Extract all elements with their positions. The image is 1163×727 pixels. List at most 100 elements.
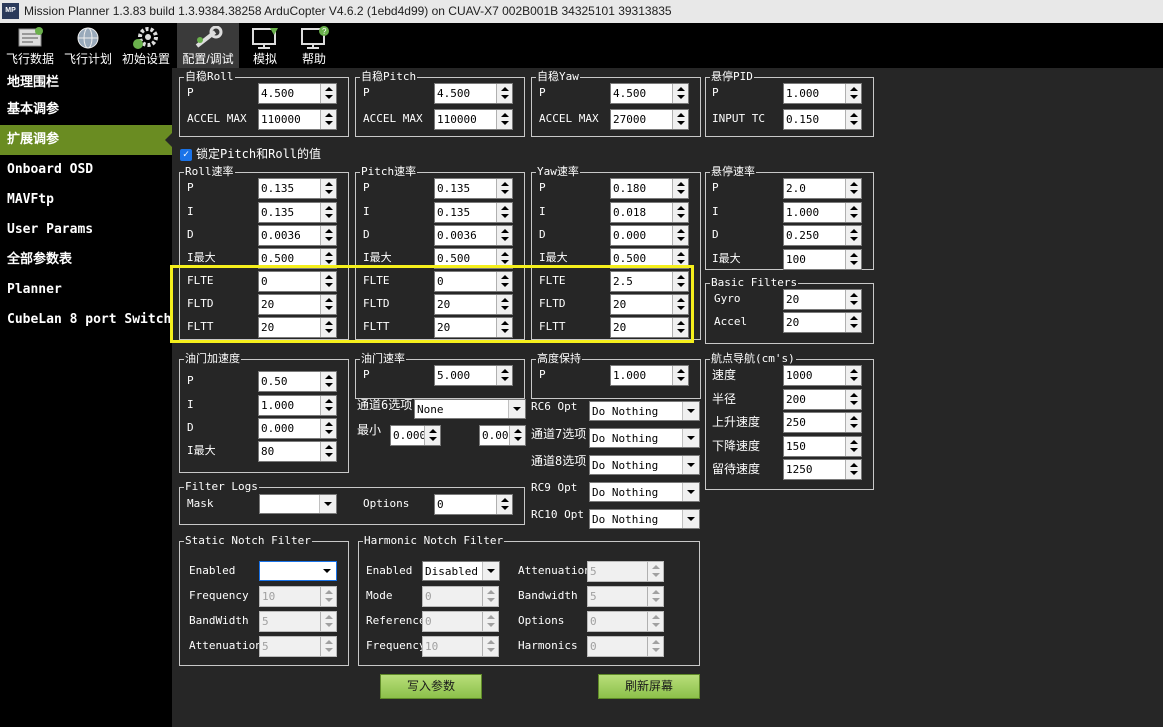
field-value[interactable]: Disabled xyxy=(425,564,478,579)
field-value[interactable]: 0.135 xyxy=(261,205,294,220)
pitch-rate-d-input[interactable]: 0.0036 xyxy=(434,225,513,246)
field-value[interactable]: 0.500 xyxy=(613,251,646,266)
dropdown-arrow-icon[interactable] xyxy=(682,429,699,447)
dropdown-arrow-icon[interactable] xyxy=(682,402,699,420)
pitch-rate-i-input[interactable]: 0.135 xyxy=(434,202,513,223)
spinner-arrows-icon[interactable] xyxy=(647,562,663,581)
yaw-rate-d-input[interactable]: 0.000 xyxy=(610,225,689,246)
throttle-accel-i-input[interactable]: 1.000 xyxy=(258,395,337,416)
lock-pitch-roll-checkbox[interactable]: ✓ xyxy=(180,149,192,161)
spinner-arrows-icon[interactable] xyxy=(845,460,861,479)
ch6-max-input[interactable]: 0.000 xyxy=(479,425,526,446)
harmonic-notch-bandwidth-input[interactable]: 5 xyxy=(587,586,664,607)
spinner-arrows-icon[interactable] xyxy=(845,110,861,129)
toolbar-flight-plan-button[interactable]: 飞行计划 xyxy=(60,23,116,68)
lock-pitch-roll-label[interactable]: 锁定Pitch和Roll的值 xyxy=(196,147,321,161)
roll-rate-p-input[interactable]: 0.135 xyxy=(258,178,337,199)
spinner-arrows-icon[interactable] xyxy=(672,179,688,198)
field-value[interactable]: 0.500 xyxy=(437,251,470,266)
static-notch-frequency-input[interactable]: 10 xyxy=(259,586,337,607)
wpnav-speed-input[interactable]: 1000 xyxy=(783,365,862,386)
spinner-arrows-icon[interactable] xyxy=(424,426,440,445)
throttle-accel-p-input[interactable]: 0.50 xyxy=(258,371,337,392)
field-value[interactable]: 1250 xyxy=(786,462,813,477)
toolbar-initial-setup-button[interactable]: 初始设置 xyxy=(118,23,174,68)
throttle-accel-imax-input[interactable]: 80 xyxy=(258,441,337,462)
field-value[interactable]: 0.135 xyxy=(437,205,470,220)
spinner-arrows-icon[interactable] xyxy=(845,413,861,432)
harmonic-notch-options-input[interactable]: 0 xyxy=(587,611,664,632)
field-value[interactable]: Do Nothing xyxy=(592,458,658,473)
field-value[interactable]: 10 xyxy=(262,589,275,604)
sidebar-item-user-params[interactable]: User Params xyxy=(0,215,172,245)
spinner-arrows-icon[interactable] xyxy=(672,84,688,103)
toolbar-simulation-button[interactable]: 模拟 xyxy=(243,23,287,68)
stab-roll-accel-max-input[interactable]: 110000 xyxy=(258,109,337,130)
stab-pitch-p-input[interactable]: 4.500 xyxy=(434,83,513,104)
field-value[interactable]: 0.0036 xyxy=(261,228,301,243)
field-value[interactable]: 0 xyxy=(590,614,597,629)
field-value[interactable]: 80 xyxy=(261,444,274,459)
spinner-arrows-icon[interactable] xyxy=(320,442,336,461)
rc6-option-select[interactable]: Do Nothing xyxy=(589,401,700,421)
field-value[interactable]: 1.000 xyxy=(786,86,819,101)
sidebar-item-mavftp[interactable]: MAVFtp xyxy=(0,185,172,215)
field-value[interactable]: 0.180 xyxy=(613,181,646,196)
dropdown-arrow-icon[interactable] xyxy=(508,400,525,418)
field-value[interactable]: 0.000 xyxy=(613,228,646,243)
field-value[interactable]: 5 xyxy=(262,614,269,629)
spinner-arrows-icon[interactable] xyxy=(672,366,688,385)
roll-rate-i-input[interactable]: 0.135 xyxy=(258,202,337,223)
field-value[interactable]: 27000 xyxy=(613,112,646,127)
toolbar-help-button[interactable]: ? 帮助 xyxy=(292,23,336,68)
spinner-arrows-icon[interactable] xyxy=(320,396,336,415)
sidebar-item-full-param-list[interactable]: 全部参数表 xyxy=(0,245,172,275)
field-value[interactable]: 2.0 xyxy=(786,181,806,196)
spinner-arrows-icon[interactable] xyxy=(320,419,336,438)
spinner-arrows-icon[interactable] xyxy=(496,495,512,514)
field-value[interactable]: 5 xyxy=(262,639,269,654)
stab-yaw-p-input[interactable]: 4.500 xyxy=(610,83,689,104)
field-value[interactable]: 0 xyxy=(425,614,432,629)
field-value[interactable]: 1000 xyxy=(786,368,813,383)
stab-yaw-accel-max-input[interactable]: 27000 xyxy=(610,109,689,130)
field-value[interactable]: 250 xyxy=(786,415,806,430)
sidebar-item-onboard-osd[interactable]: Onboard OSD xyxy=(0,155,172,185)
write-params-button[interactable]: 写入参数 xyxy=(380,674,482,699)
wpnav-descent-speed-input[interactable]: 150 xyxy=(783,436,862,457)
field-value[interactable]: Do Nothing xyxy=(592,404,658,419)
spinner-arrows-icon[interactable] xyxy=(496,366,512,385)
spinner-arrows-icon[interactable] xyxy=(320,203,336,222)
spinner-arrows-icon[interactable] xyxy=(320,587,336,606)
dropdown-arrow-icon[interactable] xyxy=(682,510,699,528)
harmonic-notch-frequency-input[interactable]: 10 xyxy=(422,636,499,657)
loiter-rate-p-input[interactable]: 2.0 xyxy=(783,178,862,199)
spinner-arrows-icon[interactable] xyxy=(320,372,336,391)
yaw-rate-i-input[interactable]: 0.018 xyxy=(610,202,689,223)
ch7-option-select[interactable]: Do Nothing xyxy=(589,428,700,448)
spinner-arrows-icon[interactable] xyxy=(320,637,336,656)
field-value[interactable]: 0.500 xyxy=(261,251,294,266)
field-value[interactable]: Do Nothing xyxy=(592,431,658,446)
yaw-rate-p-input[interactable]: 0.180 xyxy=(610,178,689,199)
field-value[interactable]: 200 xyxy=(786,392,806,407)
stab-roll-p-input[interactable]: 4.500 xyxy=(258,83,337,104)
static-notch-enabled-select[interactable] xyxy=(259,561,337,581)
field-value[interactable]: None xyxy=(417,402,444,417)
spinner-arrows-icon[interactable] xyxy=(845,390,861,409)
sidebar-item-extended-tuning[interactable]: 扩展调参 xyxy=(0,125,173,155)
wpnav-loiter-speed-input[interactable]: 1250 xyxy=(783,459,862,480)
field-value[interactable]: 0 xyxy=(425,589,432,604)
spinner-arrows-icon[interactable] xyxy=(845,203,861,222)
spinner-arrows-icon[interactable] xyxy=(845,179,861,198)
field-value[interactable]: 10 xyxy=(425,639,438,654)
spinner-arrows-icon[interactable] xyxy=(509,426,525,445)
harmonic-notch-mode-input[interactable]: 0 xyxy=(422,586,499,607)
spinner-arrows-icon[interactable] xyxy=(482,637,498,656)
field-value[interactable]: 0.0036 xyxy=(437,228,477,243)
ch8-option-select[interactable]: Do Nothing xyxy=(589,455,700,475)
field-value[interactable]: 0.150 xyxy=(786,112,819,127)
loiter-pid-input-tc-input[interactable]: 0.150 xyxy=(783,109,862,130)
field-value[interactable]: 100 xyxy=(786,252,806,267)
static-notch-attenuation-input[interactable]: 5 xyxy=(259,636,337,657)
